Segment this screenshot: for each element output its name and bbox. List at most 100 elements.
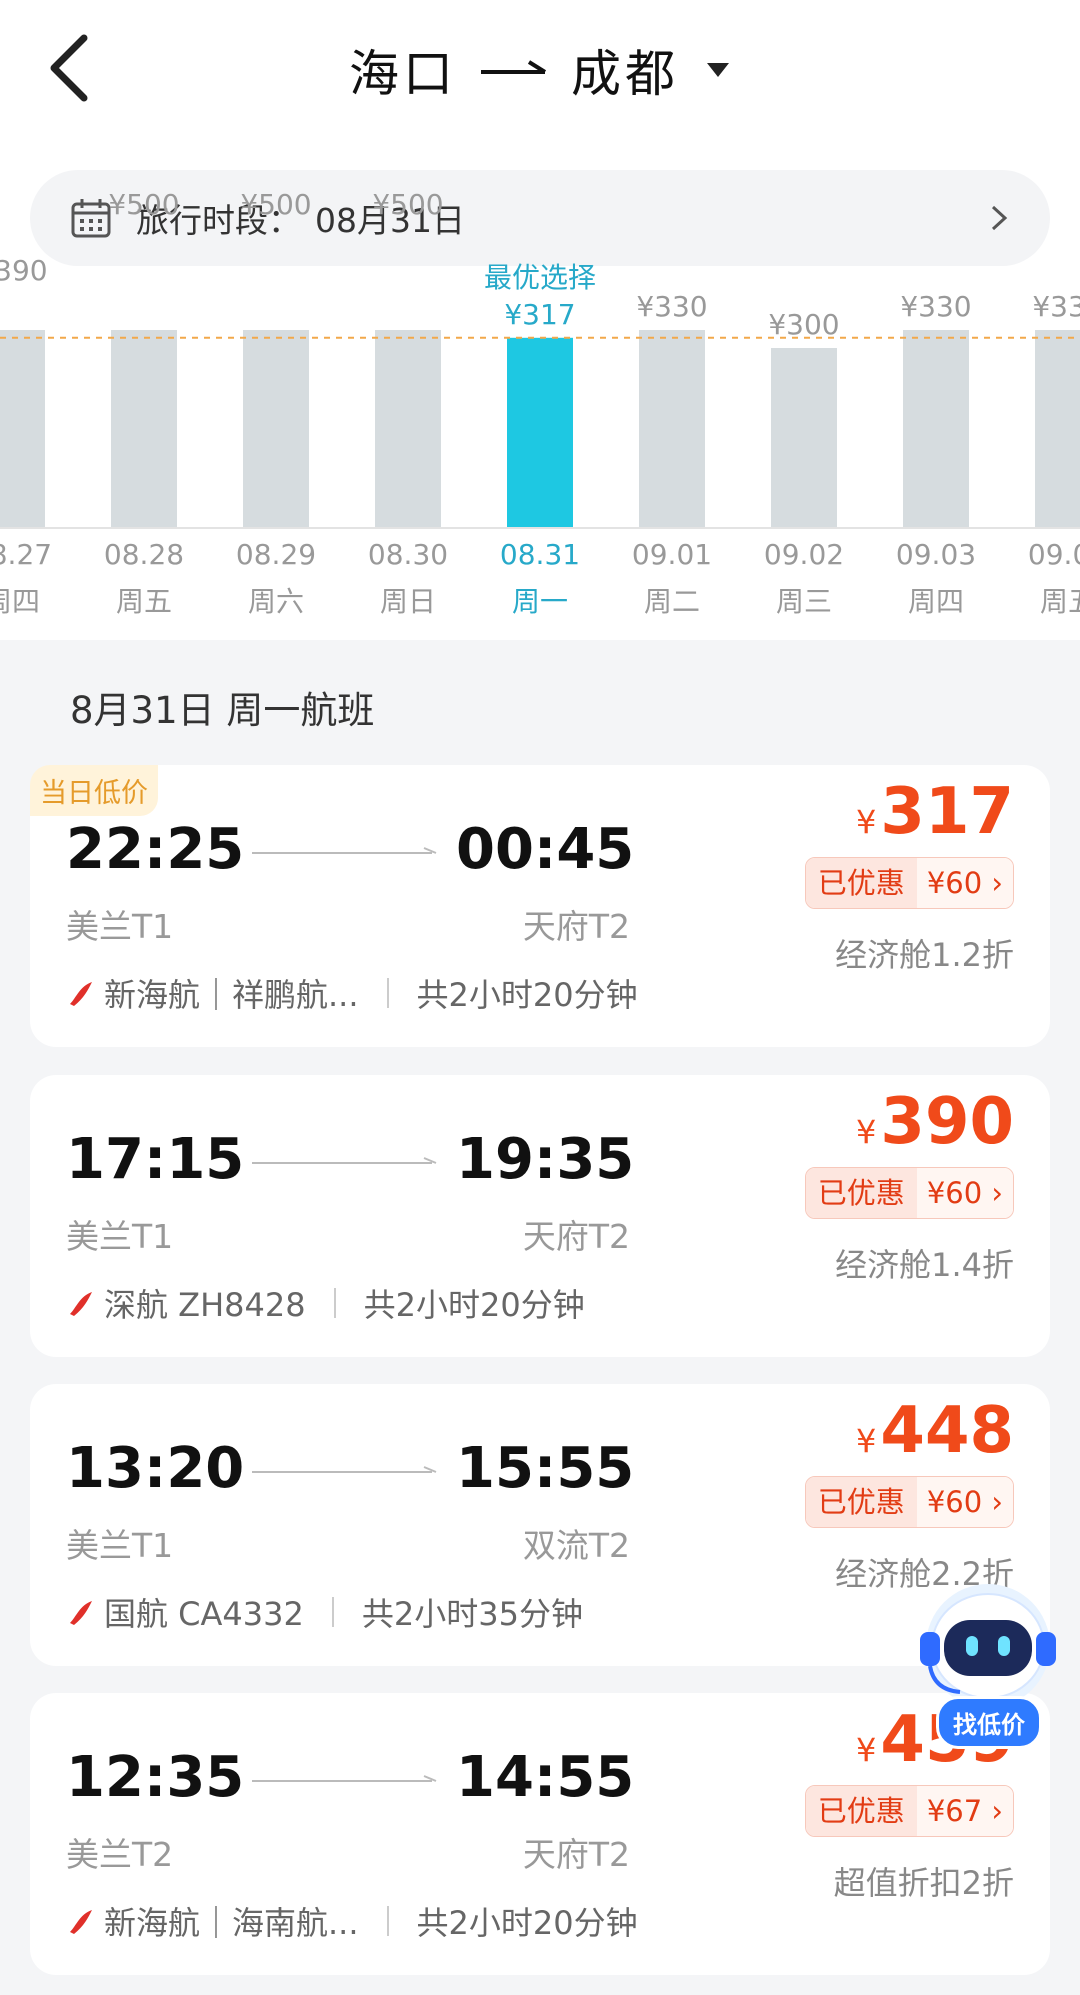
divider [331,1597,334,1627]
airline-logo-icon [70,1910,92,1934]
dropdown-triangle-icon[interactable] [705,61,731,79]
price-bar[interactable] [111,330,177,528]
arrival-time: 15:55 [456,1436,635,1501]
route-arrow-icon [481,60,547,74]
price-bar[interactable] [1035,330,1080,528]
bar-price-label: ¥390 [0,254,48,287]
bar-price-label: ¥317 [504,297,576,331]
price-value: 390 [880,1085,1014,1159]
axis-date-label[interactable]: 09.03 [896,538,976,571]
flight-arrow-icon [252,1157,437,1164]
flight-card[interactable]: 12:35 14:55 美兰T2 天府T2 新海航｜海南航... 共2小时20分… [30,1693,1050,1975]
departure-time: 12:35 [66,1745,245,1810]
bar-price-label: ¥500 [108,188,180,221]
price: ¥317 [856,775,1014,849]
discount-value: ¥60 › [916,1168,1013,1218]
price-calendar-chart[interactable]: ¥390 08.27 周四 ¥500 08.28 周五 ¥500 08.29 周六 ¥500 08.… [0,188,1080,640]
departure-airport: 美兰T2 [66,1835,174,1874]
flight-card[interactable]: 当日低价 22:25 00:45 美兰T1 天府T2 新海航｜祥鹏航... 共2… [30,765,1050,1047]
discount-label: 已优惠 [805,1477,917,1527]
price-value: 448 [880,1394,1014,1468]
chevron-right-icon [991,205,1008,231]
price-bar[interactable] [375,330,441,528]
axis-weekday-label[interactable]: 周六 [248,580,304,620]
axis-weekday-label[interactable]: 周一 [512,580,568,620]
low-price-tag: 当日低价 [30,765,158,816]
airline-name: 深航 ZH8428 [104,1286,306,1324]
airline-logo-icon [70,1601,92,1625]
low-price-assistant[interactable]: 找低价 [908,1568,1068,1749]
price-bar[interactable] [903,330,969,528]
axis-date-label[interactable]: 08.29 [236,538,316,571]
discount-badge[interactable]: 已优惠 ¥60 › [804,857,1014,909]
flight-duration: 共2小时20分钟 [363,1286,585,1324]
axis-date-label[interactable]: 08.30 [368,538,448,571]
departure-airport: 美兰T1 [66,1526,174,1565]
currency-symbol: ¥ [856,1113,877,1151]
airline-logo-icon [70,982,92,1006]
axis-weekday-label[interactable]: 周五 [1040,580,1080,620]
travel-date-selector[interactable]: 旅行时段： 08月31日 [30,170,1050,266]
calendar-icon [71,199,111,238]
cabin-discount: 经济舱1.4折 [835,1246,1014,1284]
discount-label: 已优惠 [805,1168,917,1218]
airline-info: 新海航｜祥鹏航... 共2小时20分钟 [66,970,638,1016]
flight-arrow-icon [252,1466,437,1473]
axis-date-label[interactable]: 09.02 [764,538,844,571]
discount-badge[interactable]: 已优惠 ¥60 › [804,1476,1014,1528]
axis-weekday-label[interactable]: 周五 [116,580,172,620]
axis-date-label[interactable]: 09.04 [1028,538,1080,571]
price: ¥390 [856,1085,1014,1159]
flight-card[interactable]: 17:15 19:35 美兰T1 天府T2 深航 ZH8428 共2小时20分钟… [30,1075,1050,1357]
departure-airport: 美兰T1 [66,907,174,946]
route-title[interactable]: 海口 成都 [0,30,1080,110]
discount-badge[interactable]: 已优惠 ¥60 › [804,1167,1014,1219]
airline-info: 新海航｜海南航... 共2小时20分钟 [66,1898,638,1944]
arrival-airport: 双流T2 [522,1526,630,1565]
airline-name: 新海航｜祥鹏航... [104,976,359,1014]
destination-city: 成都 [571,45,679,103]
arrival-airport: 天府T2 [522,1217,630,1256]
section-title: 8月31日 周一航班 [70,689,375,732]
price: ¥448 [856,1394,1014,1468]
price-bar[interactable] [771,348,837,528]
axis-weekday-label[interactable]: 周日 [380,580,436,620]
price-value: 317 [880,775,1014,849]
axis-weekday-label[interactable]: 周四 [908,580,964,620]
bar-price-label: ¥500 [240,188,312,221]
departure-time: 13:20 [66,1436,245,1501]
arrival-time: 00:45 [456,817,635,882]
airline-logo-icon [70,1292,92,1316]
discount-value: ¥60 › [916,858,1013,908]
currency-symbol: ¥ [856,803,877,841]
axis-weekday-label[interactable]: 周三 [776,580,832,620]
discount-label: 已优惠 [805,1786,917,1836]
axis-date-label[interactable]: 08.28 [104,538,184,571]
flight-duration: 共2小时20分钟 [416,976,638,1014]
axis-date-label[interactable]: 08.31 [500,538,580,571]
divider [386,978,389,1008]
axis-weekday-label[interactable]: 周二 [644,580,700,620]
departure-airport: 美兰T1 [66,1217,174,1256]
axis-weekday-label[interactable]: 周四 [0,580,40,620]
axis-date-label[interactable]: 08.27 [0,538,52,571]
discount-value: ¥60 › [916,1477,1013,1527]
airline-name: 国航 CA4332 [104,1595,304,1633]
axis-date-label[interactable]: 09.01 [632,538,712,571]
discount-badge[interactable]: 已优惠 ¥67 › [804,1785,1014,1837]
price-bar[interactable] [507,337,573,528]
currency-symbol: ¥ [856,1731,877,1769]
arrival-time: 14:55 [456,1745,635,1810]
airline-name: 新海航｜海南航... [104,1904,359,1942]
flight-card[interactable]: 13:20 15:55 美兰T1 双流T2 国航 CA4332 共2小时35分钟… [30,1384,1050,1666]
divider [386,1906,389,1936]
top-panel: 海口 成都 旅行时段： 08月31日 ¥390 08.27 周四 ¥500 08.28 周… [0,0,1080,640]
discount-value: ¥67 › [916,1786,1013,1836]
price-bar[interactable] [0,330,45,528]
arrival-airport: 天府T2 [522,1835,630,1874]
price-bar[interactable] [639,330,705,528]
price-bar[interactable] [243,330,309,528]
bar-price-label: ¥300 [768,308,840,341]
flight-arrow-icon [252,847,437,854]
best-choice-label: 最优选择 [483,260,597,294]
